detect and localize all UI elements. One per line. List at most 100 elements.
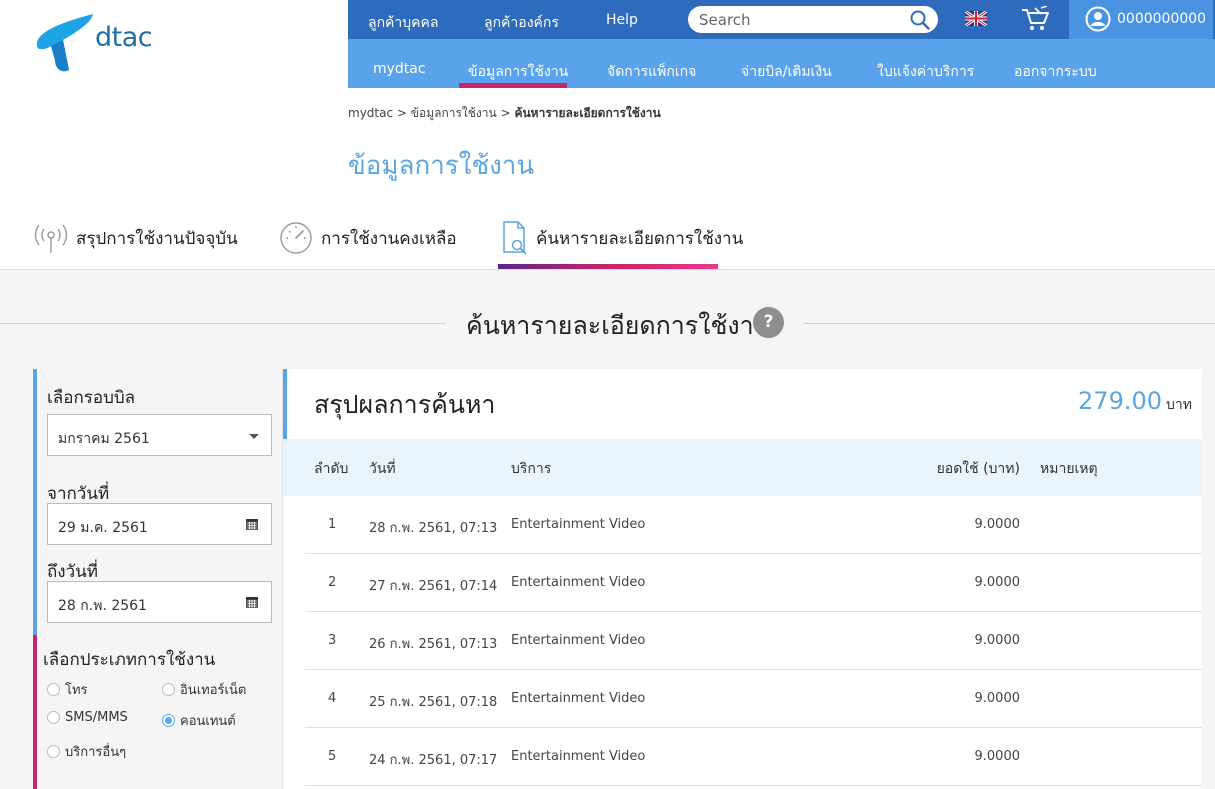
from-date-field[interactable]: 29 ม.ค. 2561: [47, 503, 272, 545]
cell-date: 27 ก.พ. 2561, 07:14: [369, 579, 498, 594]
cart-icon[interactable]: [1020, 6, 1050, 32]
cell-service: Entertainment Video: [511, 749, 646, 764]
radio-call[interactable]: โทร: [47, 679, 88, 700]
tab-label: การใช้งานคงเหลือ: [321, 228, 457, 249]
user-phone-number: 0000000000: [1117, 11, 1207, 27]
results-accent-bar: [283, 369, 287, 439]
subnav-invoice[interactable]: ใบแจ้งค่าบริการ: [877, 61, 974, 83]
cell-amount: 9.0000: [974, 517, 1021, 532]
results-panel: สรุปผลการค้นหา 279.00 บาท ลำดับ วันที่ บร…: [283, 369, 1202, 789]
subnav-mydtac[interactable]: mydtac: [373, 61, 426, 77]
nav-personal[interactable]: ลูกค้าบุคคล: [368, 12, 438, 34]
breadcrumb-home[interactable]: mydtac: [348, 106, 393, 120]
from-date-value: 29 ม.ค. 2561: [58, 520, 148, 536]
document-search-icon: [503, 221, 527, 255]
radio-circle: [47, 745, 60, 758]
radio-internet[interactable]: อินเทอร์เน็ต: [162, 679, 246, 700]
nav-business[interactable]: ลูกค้าองค์กร: [484, 12, 559, 34]
calendar-icon: [246, 597, 258, 608]
tab-label: ค้นหารายละเอียดการใช้งาน: [536, 228, 744, 249]
cell-service: Entertainment Video: [511, 691, 646, 706]
bill-cycle-select[interactable]: มกราคม 2561: [47, 414, 272, 456]
cell-amount: 9.0000: [974, 691, 1021, 706]
subnav-manage-package[interactable]: จัดการแพ็กเกจ: [607, 61, 696, 83]
header-note: หมายเหตุ: [1040, 461, 1098, 477]
filter-accent-bar: [33, 369, 37, 635]
section-divider: [804, 323, 1215, 324]
calendar-icon: [246, 519, 258, 530]
to-date-field[interactable]: 28 ก.พ. 2561: [47, 581, 272, 623]
cell-amount: 9.0000: [974, 633, 1021, 648]
radio-circle: [162, 683, 175, 696]
user-avatar-icon: [1085, 6, 1111, 32]
radio-circle: [47, 683, 60, 696]
help-button[interactable]: ?: [753, 307, 784, 338]
cell-service: Entertainment Video: [511, 517, 646, 532]
top-nav: ลูกค้าบุคคล ลูกค้าองค์กร Help 0000000000: [348, 0, 1215, 39]
bill-cycle-label: เลือกรอบบิล: [47, 388, 136, 408]
search-icon[interactable]: [910, 10, 930, 30]
subnav-logout[interactable]: ออกจากระบบ: [1014, 61, 1097, 83]
cell-date: 28 ก.พ. 2561, 07:13: [369, 521, 498, 536]
cell-amount: 9.0000: [974, 575, 1021, 590]
content-area: ค้นหารายละเอียดการใช้งาน ? เลือกรอบบิล ม…: [0, 270, 1215, 789]
cell-amount: 9.0000: [974, 749, 1021, 764]
tab-label: สรุปการใช้งานปัจจุบัน: [76, 228, 238, 249]
radio-label: บริการอื่นๆ: [65, 745, 127, 760]
table-header: ลำดับ วันที่ บริการ ยอดใช้ (บาท) หมายเหต…: [283, 439, 1202, 496]
radio-content[interactable]: คอนเทนต์: [162, 710, 236, 731]
tab-active-indicator: [498, 264, 718, 269]
usage-tabs: สรุปการใช้งานปัจจุบัน การใช้งานคงเหลือ ค…: [0, 210, 1215, 270]
results-title: สรุปผลการค้นหา: [314, 390, 496, 419]
radio-circle-selected: [162, 714, 175, 727]
cell-no: 5: [328, 749, 337, 764]
usage-type-label: เลือกประเภทการใช้งาน: [43, 650, 216, 670]
section-title: ค้นหารายละเอียดการใช้งาน: [466, 311, 771, 340]
radio-label: SMS/MMS: [65, 710, 128, 725]
search-box: [688, 6, 938, 33]
cell-no: 2: [328, 575, 337, 590]
header-amount: ยอดใช้ (บาท): [936, 461, 1020, 477]
chevron-down-icon: [249, 434, 259, 439]
subnav-pay-topup[interactable]: จ่ายบิล/เติมเงิน: [741, 61, 832, 83]
sub-nav: mydtac ข้อมูลการใช้งาน จัดการแพ็กเกจ จ่า…: [348, 39, 1215, 88]
radio-sms-mms[interactable]: SMS/MMS: [47, 710, 128, 725]
radio-circle: [47, 711, 60, 724]
breadcrumb-usage-info[interactable]: ข้อมูลการใช้งาน: [411, 106, 497, 120]
tab-current-summary[interactable]: สรุปการใช้งานปัจจุบัน: [34, 218, 238, 258]
cell-service: Entertainment Video: [511, 575, 646, 590]
radio-label: คอนเทนต์: [180, 714, 236, 729]
header-date: วันที่: [369, 461, 396, 477]
uk-flag-icon[interactable]: [965, 11, 987, 26]
nav-help[interactable]: Help: [606, 12, 638, 28]
total-amount-value: 279.00: [1078, 387, 1163, 415]
radio-label: โทร: [65, 683, 88, 698]
breadcrumb-separator: >: [396, 106, 407, 120]
cell-no: 3: [328, 633, 337, 648]
cell-no: 1: [328, 517, 337, 532]
dtac-logo-icon: [36, 14, 93, 72]
speedometer-icon: [280, 222, 312, 254]
table-row: 4 25 ก.พ. 2561, 07:18 Entertainment Vide…: [305, 670, 1202, 728]
section-divider: [0, 323, 446, 324]
subnav-usage-info[interactable]: ข้อมูลการใช้งาน: [468, 61, 568, 83]
breadcrumb-current: ค้นหารายละเอียดการใช้งาน: [514, 106, 661, 120]
total-amount: 279.00 บาท: [1078, 387, 1192, 416]
radio-other-services[interactable]: บริการอื่นๆ: [47, 741, 126, 762]
table-row: 2 27 ก.พ. 2561, 07:14 Entertainment Vide…: [305, 554, 1202, 612]
dtac-logo[interactable]: dtac: [33, 12, 153, 74]
tab-usage-search[interactable]: ค้นหารายละเอียดการใช้งาน: [502, 218, 743, 258]
page-title: ข้อมูลการใช้งาน: [348, 151, 535, 181]
filter-accent-bar: [33, 635, 37, 789]
user-account[interactable]: 0000000000: [1069, 0, 1213, 39]
tab-remaining-usage[interactable]: การใช้งานคงเหลือ: [279, 218, 457, 258]
cell-date: 26 ก.พ. 2561, 07:13: [369, 637, 498, 652]
total-amount-unit: บาท: [1166, 397, 1192, 413]
breadcrumb: mydtac > ข้อมูลการใช้งาน > ค้นหารายละเอี…: [348, 104, 661, 123]
breadcrumb-separator: >: [500, 106, 511, 120]
table-row: 1 28 ก.พ. 2561, 07:13 Entertainment Vide…: [305, 496, 1202, 554]
cell-date: 24 ก.พ. 2561, 07:17: [369, 753, 498, 768]
search-input[interactable]: [699, 9, 899, 30]
signal-tower-icon: [34, 224, 68, 253]
cell-no: 4: [328, 691, 337, 706]
